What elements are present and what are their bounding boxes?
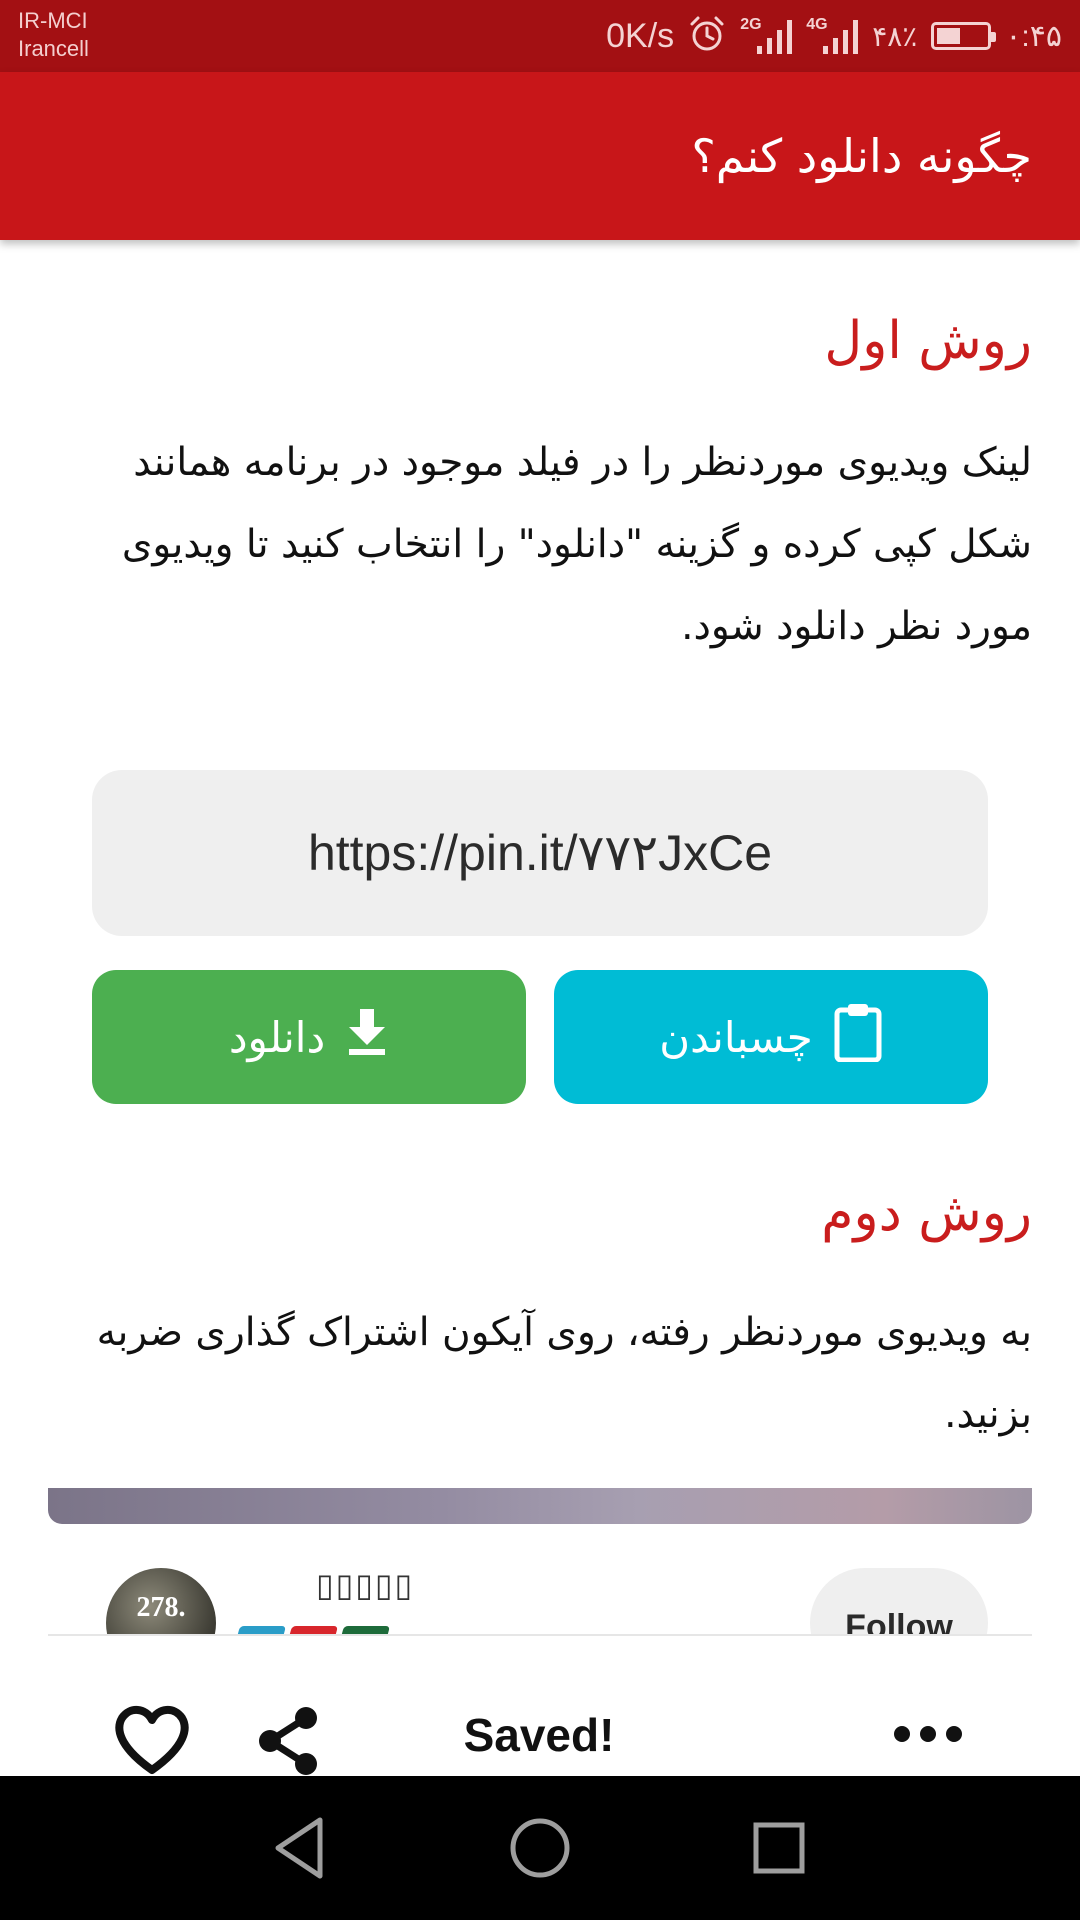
clipboard-icon	[833, 1002, 883, 1072]
download-button[interactable]: دانلود	[92, 970, 526, 1104]
video-link-input[interactable]: https://pin.it/۷۷۲JxCe	[92, 770, 988, 936]
download-icon	[345, 1007, 389, 1067]
pin-image-preview	[48, 1488, 1032, 1524]
carrier-name-primary: IR-MCI	[18, 8, 88, 33]
carrier-name-secondary: Irancell	[18, 36, 89, 61]
signal-2g-icon: 2G	[740, 16, 793, 56]
page-title: چگونه دانلود کنم؟	[691, 129, 1032, 183]
battery-percent: ۴۸٪	[872, 20, 918, 52]
battery-fill	[937, 28, 961, 44]
status-indicators: 0K/s 2G 4G ۴۸٪ ۰:۴۵	[606, 0, 1062, 72]
alarm-icon	[688, 15, 726, 58]
status-bar: IR-MCI Irancell 0K/s 2G 4G ۴۸٪ ۰:۴۵	[0, 0, 1080, 72]
saved-label: Saved!	[463, 1709, 615, 1761]
follow-button-label: Follow	[845, 1608, 953, 1634]
method-two-title: روش دوم	[821, 1183, 1032, 1243]
avatar-label: 278.	[136, 1592, 186, 1623]
download-button-label: دانلود	[228, 1012, 326, 1062]
paste-button[interactable]: چسباندن	[554, 970, 988, 1104]
pin-username: ▯▯▯▯▯	[316, 1566, 415, 1604]
paste-button-label: چسباندن	[659, 1012, 813, 1062]
method-one-description: لینک ویدیوی موردنظر را در فیلد موجود در …	[121, 440, 1032, 649]
pin-action-bar: Saved!	[0, 1636, 1080, 1776]
video-link-value: https://pin.it/۷۷۲JxCe	[307, 825, 773, 881]
avatar: 278.	[106, 1568, 216, 1634]
clock: ۰:۴۵	[1005, 19, 1062, 53]
pin-author-row: 278. ▯▯▯▯▯ Follow	[0, 1524, 1080, 1634]
carrier-info: IR-MCI Irancell	[18, 8, 89, 64]
signal-4g-icon: 4G	[806, 16, 859, 56]
home-icon[interactable]	[480, 1776, 600, 1920]
method-one-title: روش اول	[824, 311, 1032, 371]
more-options-icon[interactable]	[892, 1724, 964, 1748]
recents-icon[interactable]	[720, 1776, 840, 1920]
flag-emojis	[231, 1626, 391, 1634]
follow-button[interactable]: Follow	[810, 1568, 988, 1634]
app-bar: چگونه دانلود کنم؟	[0, 72, 1080, 240]
system-navigation-bar	[0, 1776, 1080, 1920]
back-icon[interactable]	[240, 1776, 360, 1920]
battery-icon	[931, 22, 997, 50]
network-speed: 0K/s	[606, 16, 675, 55]
method-two-description: به ویدیوی موردنظر رفته، روی آیکون اشتراک…	[96, 1310, 1032, 1437]
